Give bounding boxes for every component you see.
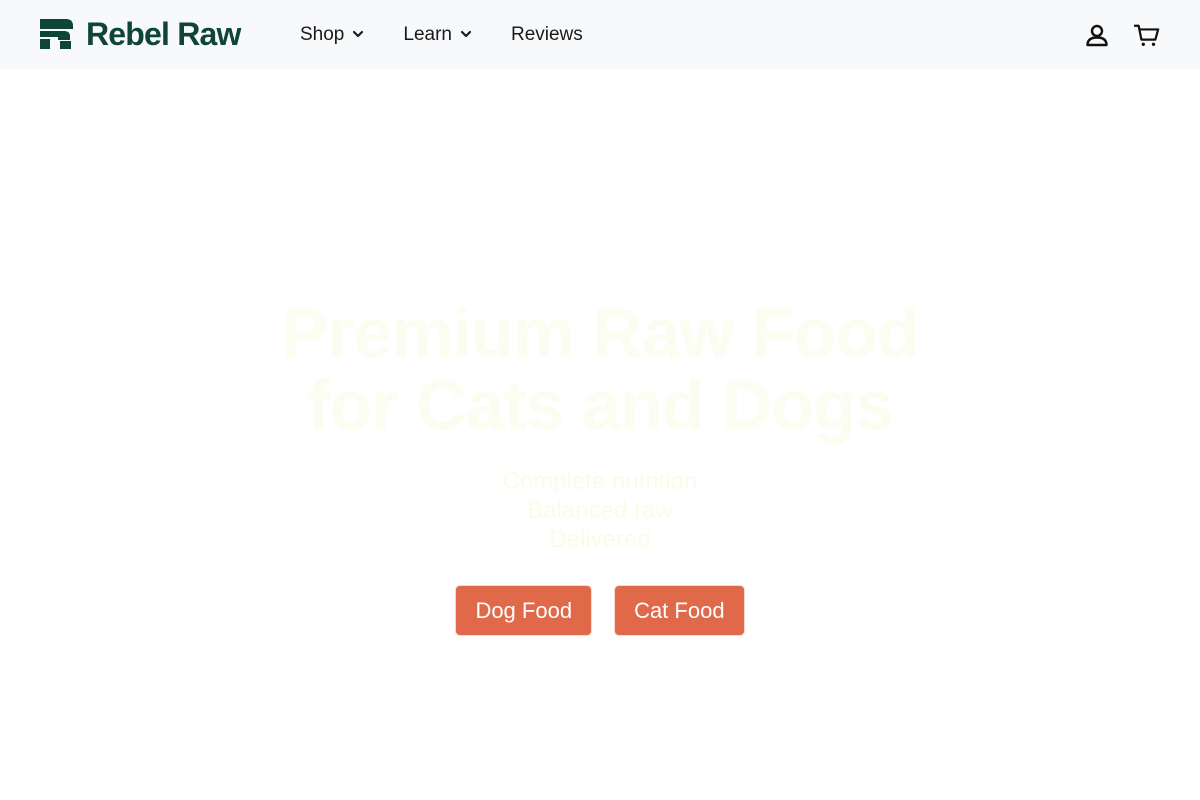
hero-cta-group: Dog Food Cat Food [0,586,1200,635]
nav-item-reviews[interactable]: Reviews [511,24,583,46]
cart-icon [1134,24,1160,46]
chevron-down-icon [460,30,472,38]
hero-title: Premium Raw Food for Cats and Dogs [0,297,1200,441]
brand-logo[interactable]: Rebel Raw [40,17,241,51]
dog-food-button[interactable]: Dog Food [456,586,592,635]
chevron-down-icon [353,30,364,38]
nav-item-learn[interactable]: Learn [403,24,472,46]
hero-title-line: Premium Raw Food [281,294,919,372]
nav-item-label: Shop [300,23,345,45]
hero-subtitle: Complete nutrition Balanced raw Delivere… [0,467,1200,554]
hero-section: Premium Raw Food for Cats and Dogs Compl… [0,69,1200,800]
header-actions [1060,0,1160,69]
brand-name: Rebel Raw [86,16,241,52]
cat-food-button[interactable]: Cat Food [615,586,744,635]
site-header: Rebel Raw Shop Learn Reviews [0,0,1200,69]
hero-subtitle-line: Complete nutrition [502,468,698,495]
account-icon [1086,24,1108,46]
hero-subtitle-line: Balanced raw [527,497,673,524]
account-button[interactable] [1084,22,1110,48]
logo-mark-icon [40,19,73,49]
nav-item-label: Reviews [510,23,583,45]
cart-button[interactable] [1134,22,1160,48]
nav-item-label: Learn [403,23,452,45]
hero-title-line: for Cats and Dogs [307,366,894,444]
nav-item-shop[interactable]: Shop [300,24,364,46]
hero-subtitle-line: Delivered [549,526,651,553]
main-nav: Shop Learn Reviews [300,0,622,69]
